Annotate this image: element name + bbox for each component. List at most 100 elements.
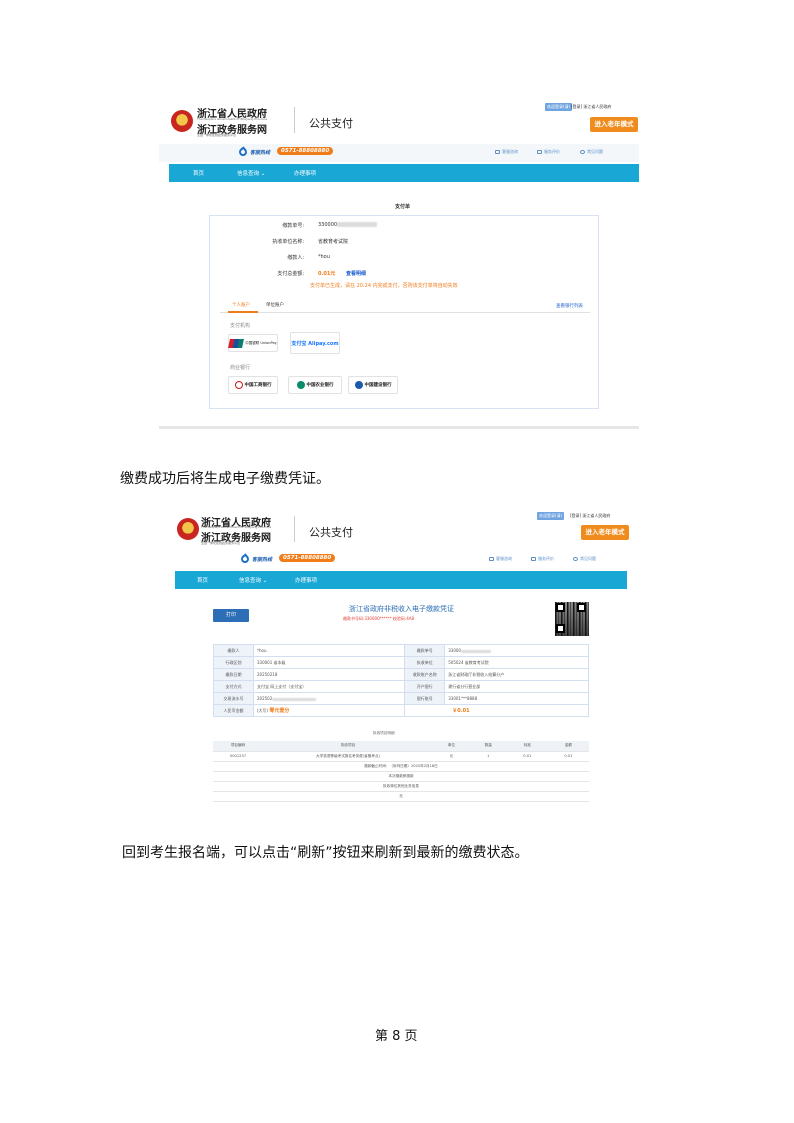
- icbc-icon: [234, 381, 243, 389]
- rating-link[interactable]: 服务评价: [537, 149, 560, 155]
- hotline-label: 客服热线: [252, 557, 273, 563]
- nav-affairs[interactable]: 办理事项: [294, 169, 316, 177]
- active-tab-indicator: [228, 311, 258, 313]
- abc-icon: [296, 381, 305, 389]
- payer-name: *hou: [318, 254, 330, 260]
- unionpay-icon: [228, 338, 245, 348]
- extra-line: 无: [213, 791, 589, 802]
- chat-icon: [489, 557, 494, 561]
- payment-card: 缴款单号: 330000 执收单位名称: 省教育考试院 缴款人: *hou 支付…: [209, 215, 599, 409]
- login-chip[interactable]: 欢迎登录(请): [545, 103, 573, 111]
- qr-corner: [556, 603, 565, 612]
- service-subtitle: 全国一体化在线政务服务平台: [201, 541, 241, 545]
- detail-cell: 1: [469, 751, 507, 762]
- ccb-option[interactable]: 中国建设银行: [348, 376, 398, 394]
- detail-header: 标准: [506, 741, 548, 752]
- table-row: 缴款人 *hou 缴款单号 33000: [213, 644, 589, 657]
- faq-label: 常见问题: [587, 149, 603, 154]
- cell-key: 执收单位: [404, 656, 446, 669]
- hotline-label: 客服热线: [250, 150, 271, 156]
- detail-header-row: 项目编码 执收项目 单位 数量 标准 金额: [213, 741, 589, 752]
- nav-info-query[interactable]: 信息查询 ⌄: [239, 576, 267, 584]
- redacted: [460, 649, 491, 653]
- payment-notice: 支付单已生成，请在 20:24 内完成支付，否则该支付单将自动失效: [310, 283, 458, 289]
- question-icon: [580, 150, 585, 154]
- nav-info-query[interactable]: 信息查询 ⌄: [237, 169, 265, 177]
- cell-key: 行政区划: [213, 656, 254, 669]
- hotline-number: 0571-88808880: [279, 554, 336, 562]
- icbc-label: 中国工商银行: [244, 383, 272, 388]
- abc-option[interactable]: 中国农业银行: [288, 376, 342, 394]
- paragraph-after-voucher: 回到考生报名端，可以点击“刷新”按钮来刷新到最新的缴费状态。: [122, 845, 529, 861]
- alipay-option[interactable]: 支付宝 Alipay.com: [290, 332, 340, 354]
- bill-number: 330000: [318, 222, 338, 228]
- detail-caption: 执收项目明细: [373, 731, 395, 735]
- rating-link[interactable]: 服务评价: [531, 556, 554, 562]
- table-row: 交易流水号 202502 银行账号 33001***8888: [213, 692, 589, 705]
- login-chip[interactable]: 欢迎登录(请): [537, 512, 565, 520]
- top-links[interactable]: [登录] 浙江省人民政府: [571, 104, 611, 110]
- detail-cell: 元: [433, 751, 470, 762]
- screenshot-payment-form: 浙江省人民政府 The People's Government of Zheji…: [159, 97, 639, 429]
- nav-affairs[interactable]: 办理事项: [295, 576, 317, 584]
- detail-cell: 0.01: [547, 751, 589, 762]
- agency-name: 省教育考试院: [318, 239, 349, 245]
- table-row: 人民币金额 (大写) 零元壹分 ￥0.01: [213, 704, 589, 717]
- abc-label: 中国农业银行: [306, 383, 334, 388]
- elder-mode-button[interactable]: 进入老年模式: [581, 525, 629, 540]
- cell-value: 202502: [252, 692, 406, 705]
- voucher-title: 浙江省政府非税收入电子缴款凭证: [349, 605, 454, 613]
- hotline-bar: 客服热线 0571-88808880 客服咨询 服务评价 常见问题: [161, 551, 637, 569]
- txn-number: 202502: [257, 696, 273, 701]
- amount-cn: 零元壹分: [269, 708, 290, 714]
- rating-label: 服务评价: [544, 149, 560, 154]
- tab-company[interactable]: 单位账户: [266, 302, 284, 308]
- print-button[interactable]: 打印: [213, 609, 249, 622]
- faq-link[interactable]: 常见问题: [573, 556, 596, 562]
- cell-key: 缴款单号: [404, 644, 446, 657]
- field-label: 执收单位名称:: [272, 239, 304, 245]
- section-title: 公共支付: [309, 526, 353, 539]
- main-nav: 首页 信息查询 ⌄ 办理事项: [169, 164, 639, 182]
- elder-mode-button[interactable]: 进入老年模式: [590, 117, 638, 132]
- question-icon: [573, 557, 578, 561]
- form-title: 支付单: [395, 204, 411, 210]
- cell-key: 支付方式: [213, 680, 254, 693]
- portal-header: 浙江省人民政府 The People's Government of Zheji…: [159, 97, 639, 137]
- top-links[interactable]: [登录] 浙江省人民政府: [570, 513, 610, 519]
- group-bank-label: 商业银行: [230, 365, 251, 371]
- tab-underline: [220, 312, 590, 313]
- ccb-icon: [354, 381, 363, 389]
- view-detail-link[interactable]: 查看明细: [346, 270, 366, 277]
- cell-value: 33001***8888: [444, 692, 589, 705]
- extra-line: 执收单位其他业务信息: [213, 781, 589, 792]
- cell-key: 开户银行: [404, 680, 446, 693]
- nav-home[interactable]: 首页: [193, 169, 204, 177]
- table-row: 支付方式 支付宝 网上支付（支付宝） 开户银行 建行省分行营业部: [213, 680, 589, 693]
- national-emblem-icon: [177, 518, 199, 540]
- faq-link[interactable]: 常见问题: [580, 149, 603, 155]
- detail-table: 项目编码 执收项目 单位 数量 标准 金额 0001237 大学英语等级考试报名…: [213, 741, 589, 802]
- cell-key: 收款账户名称: [404, 668, 446, 681]
- rating-label: 服务评价: [538, 556, 554, 561]
- consult-link[interactable]: 客服咨询: [495, 149, 518, 155]
- nav-home[interactable]: 首页: [197, 576, 208, 584]
- cell-value: 建行省分行营业部: [444, 680, 589, 693]
- bank-list-link[interactable]: 查看银行列表: [556, 303, 583, 309]
- star-icon: [531, 557, 536, 561]
- amount-cn-cell: (大写) 零元壹分: [252, 704, 406, 717]
- amount-num-cell: ￥0.01: [404, 704, 589, 717]
- field-label: 缴款人:: [287, 255, 304, 261]
- detail-header: 单位: [433, 741, 470, 752]
- phone-icon: [237, 146, 249, 158]
- consult-link[interactable]: 客服咨询: [489, 556, 512, 562]
- page-number: 第 8 页: [375, 1029, 418, 1044]
- national-emblem-icon: [171, 110, 193, 132]
- paragraph-after-form: 缴费成功后将生成电子缴费凭证。: [120, 471, 330, 487]
- section-title: 公共支付: [309, 117, 353, 130]
- tab-personal[interactable]: 个人账户: [232, 302, 250, 308]
- screenshot-voucher: 浙江省人民政府 The People's Government of Zheji…: [161, 508, 637, 822]
- unionpay-option[interactable]: 中国银联 UnionPay: [228, 334, 278, 352]
- icbc-option[interactable]: 中国工商银行: [228, 376, 278, 394]
- table-row: 缴款日期 20250218 收款账户名称 浙江省财政厅非税收入结算分户: [213, 668, 589, 681]
